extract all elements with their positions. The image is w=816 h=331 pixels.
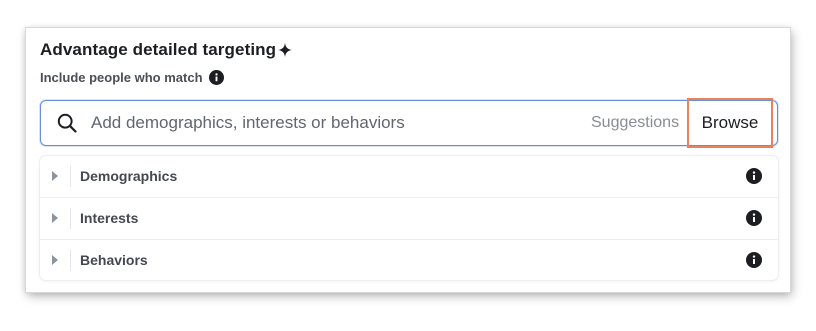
row-divider	[70, 250, 71, 271]
info-icon[interactable]	[746, 210, 762, 226]
caret-right-icon[interactable]	[52, 171, 58, 181]
row-divider	[70, 166, 71, 187]
caret-right-icon[interactable]	[52, 213, 58, 223]
row-divider	[70, 208, 71, 229]
category-row-interests[interactable]: Interests	[40, 198, 778, 240]
search-icon	[57, 113, 77, 133]
detailed-targeting-card: Advantage detailed targeting Include peo…	[26, 28, 790, 292]
caret-right-icon[interactable]	[52, 255, 58, 265]
info-icon[interactable]	[746, 252, 762, 268]
section-title: Advantage detailed targeting	[40, 40, 293, 62]
section-title-text: Advantage detailed targeting	[40, 40, 277, 59]
info-icon[interactable]	[746, 168, 762, 184]
targeting-search-box: Suggestions Browse	[40, 98, 778, 148]
section-subtitle-text: Include people who match	[40, 70, 203, 85]
screenshot-stage: Advantage detailed targeting Include peo…	[0, 0, 816, 331]
category-label: Demographics	[80, 168, 178, 184]
browse-category-list: Demographics Interests Behaviors	[40, 156, 778, 280]
category-row-demographics[interactable]: Demographics	[40, 156, 778, 198]
targeting-search-input[interactable]	[91, 111, 571, 135]
category-label: Behaviors	[80, 252, 148, 268]
category-label: Interests	[80, 210, 139, 226]
category-row-behaviors[interactable]: Behaviors	[40, 240, 778, 281]
browse-button[interactable]: Browse	[687, 98, 773, 148]
sparkle-icon	[278, 42, 293, 62]
section-subtitle: Include people who match	[40, 70, 224, 85]
suggestions-tab[interactable]: Suggestions	[591, 114, 679, 132]
info-icon[interactable]	[208, 70, 224, 85]
